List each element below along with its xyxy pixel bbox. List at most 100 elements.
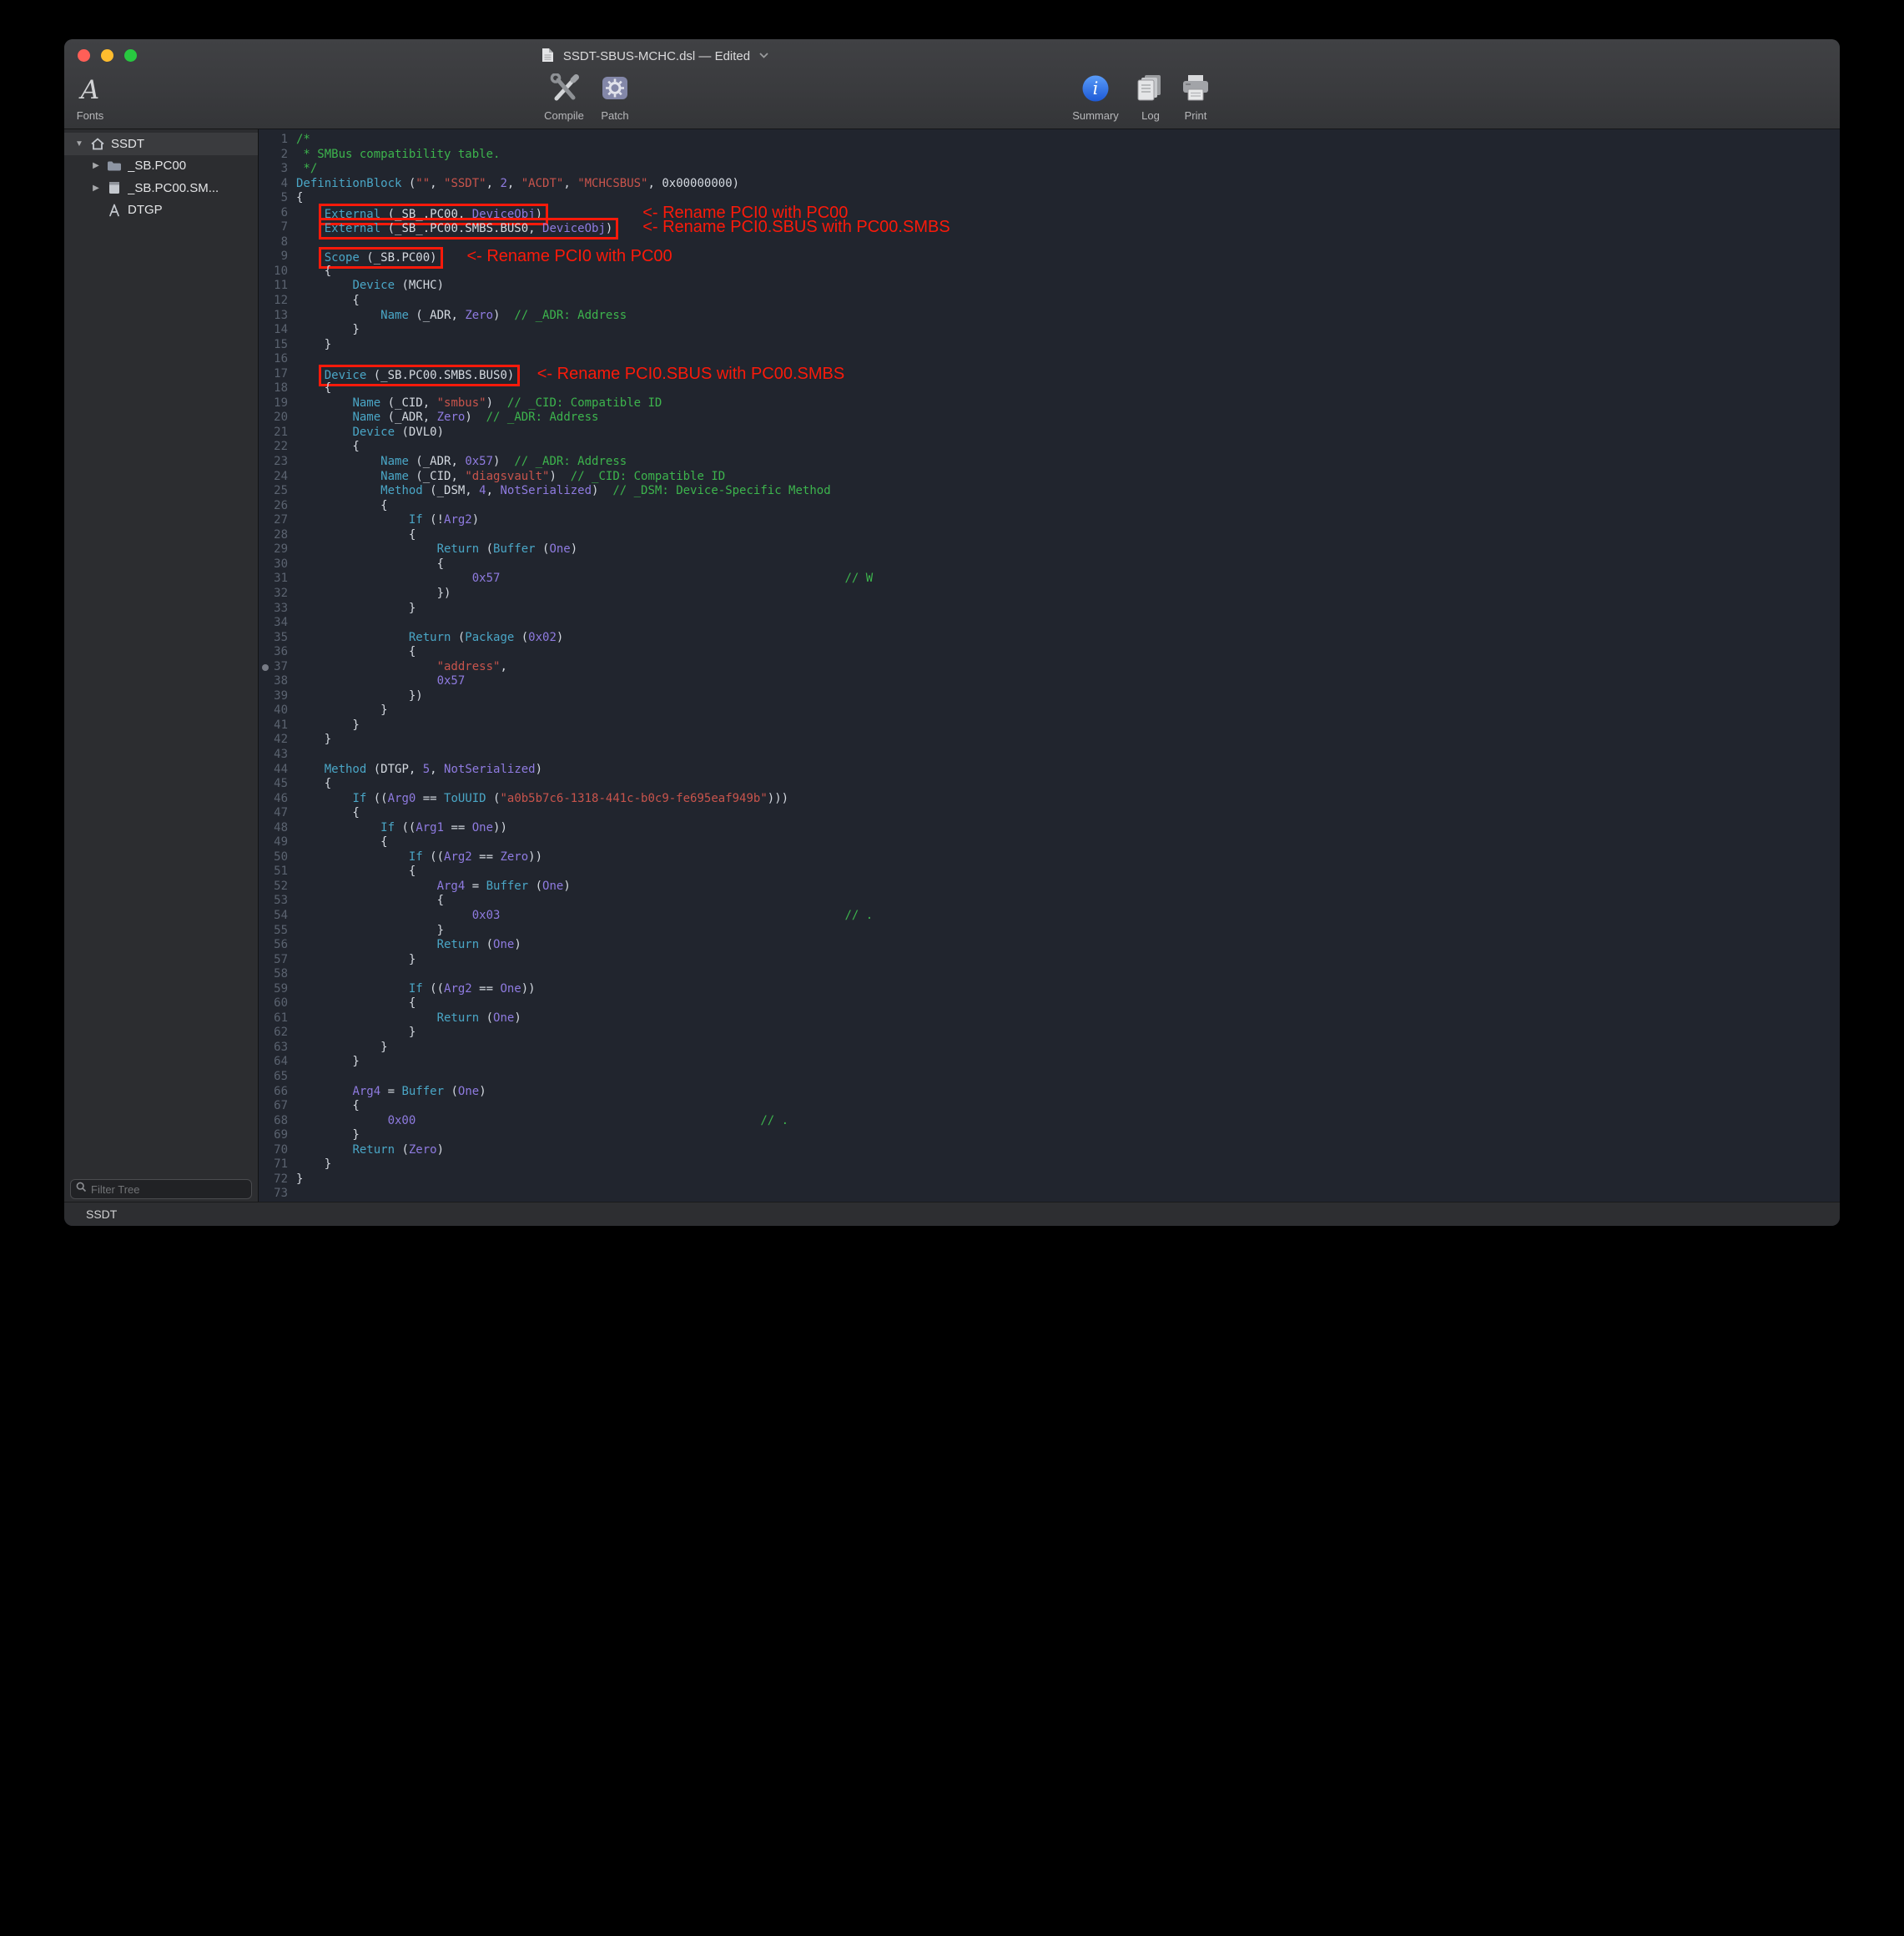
code-line[interactable]	[296, 748, 1840, 763]
code-line[interactable]: }	[296, 733, 1840, 748]
code-token	[296, 411, 352, 424]
code-line[interactable]: 0x03 // .	[296, 909, 1840, 924]
line-number: 73	[259, 1187, 288, 1202]
code-line[interactable]: })	[296, 587, 1840, 602]
code-line[interactable]	[296, 616, 1840, 631]
code-line[interactable]: }	[296, 602, 1840, 617]
code-line[interactable]: 0x57	[296, 674, 1840, 689]
code-line[interactable]: */	[296, 162, 1840, 177]
code-line[interactable]: }	[296, 703, 1840, 718]
line-number: 67	[259, 1099, 288, 1114]
code-line[interactable]	[296, 1187, 1840, 1202]
code-line[interactable]: {	[296, 894, 1840, 909]
code-line[interactable]	[296, 1070, 1840, 1085]
disclosure-closed-icon[interactable]: ▶	[88, 184, 104, 193]
code-line[interactable]: If ((Arg1 == One))	[296, 821, 1840, 836]
sidebar-item-ssdt[interactable]: ▼ SSDT	[64, 133, 258, 155]
code-line[interactable]: Name (_ADR, Zero) // _ADR: Address	[296, 411, 1840, 426]
code-token	[296, 982, 409, 996]
code-line[interactable]: Arg4 = Buffer (One)	[296, 1085, 1840, 1100]
code-line[interactable]: Return (One)	[296, 938, 1840, 953]
code-line[interactable]: 0x00 // .	[296, 1114, 1840, 1129]
code-line[interactable]: {	[296, 440, 1840, 455]
code-line[interactable]: {	[296, 381, 1840, 396]
code-line[interactable]: {	[296, 499, 1840, 514]
code-line[interactable]: }	[296, 1157, 1840, 1172]
code-token: Zero	[465, 309, 493, 322]
code-line[interactable]: {	[296, 294, 1840, 309]
code-line[interactable]: Arg4 = Buffer (One)	[296, 880, 1840, 895]
code-line[interactable]	[296, 352, 1840, 367]
code-line[interactable]: }	[296, 1041, 1840, 1056]
code-line[interactable]: {	[296, 265, 1840, 280]
code-line[interactable]: * SMBus compatibility table.	[296, 148, 1840, 163]
title-chevron-icon[interactable]	[759, 48, 768, 62]
document-proxy-icon[interactable]	[541, 48, 554, 66]
code-area[interactable]: /* * SMBus compatibility table. */Defini…	[296, 133, 1840, 1202]
code-line[interactable]: }	[296, 1055, 1840, 1070]
code-line[interactable]: Method (DTGP, 5, NotSerialized)	[296, 763, 1840, 778]
code-line[interactable]	[296, 967, 1840, 982]
code-line[interactable]: Name (_ADR, 0x57) // _ADR: Address	[296, 455, 1840, 470]
fonts-icon: A	[81, 78, 99, 103]
code-line[interactable]: Name (_CID, "smbus") // _CID: Compatible…	[296, 396, 1840, 411]
sidebar-item-sb-pc00-smbs[interactable]: ▶ _SB.PC00.SM...	[64, 177, 258, 199]
code-line[interactable]: }	[296, 323, 1840, 338]
code-line[interactable]: Name (_ADR, Zero) // _ADR: Address	[296, 309, 1840, 324]
code-token: (_SB.PC00.SMBS.BUS0)	[366, 369, 514, 382]
code-line[interactable]: Return (Package (0x02)	[296, 631, 1840, 646]
code-line[interactable]: {	[296, 996, 1840, 1011]
code-line[interactable]: }	[296, 1172, 1840, 1187]
code-line[interactable]: Return (Zero)	[296, 1143, 1840, 1158]
code-line[interactable]: {	[296, 645, 1840, 660]
code-line[interactable]: }	[296, 924, 1840, 939]
disclosure-open-icon[interactable]: ▼	[71, 139, 88, 149]
code-line[interactable]: 0x57 // W	[296, 572, 1840, 587]
code-line[interactable]: {	[296, 528, 1840, 543]
code-line[interactable]: External (_SB_.PC00.SMBS.BUS0, DeviceObj…	[296, 220, 1840, 235]
code-line[interactable]: })	[296, 689, 1840, 704]
code-line[interactable]: }	[296, 1128, 1840, 1143]
code-token: "SSDT"	[444, 177, 486, 190]
code-line[interactable]: {	[296, 835, 1840, 850]
code-line[interactable]: }	[296, 338, 1840, 353]
code-line[interactable]: {	[296, 777, 1840, 792]
code-line[interactable]: If (!Arg2)	[296, 513, 1840, 528]
code-token: Zero	[437, 411, 466, 424]
code-line[interactable]: DefinitionBlock ("", "SSDT", 2, "ACDT", …	[296, 177, 1840, 192]
sidebar-item-dtgp[interactable]: DTGP	[64, 199, 258, 222]
code-line[interactable]: Scope (_SB.PC00) <- Rename PCI0 with PC0…	[296, 250, 1840, 265]
code-line[interactable]: Name (_CID, "diagsvault") // _CID: Compa…	[296, 470, 1840, 485]
code-line[interactable]: }	[296, 953, 1840, 968]
code-line[interactable]: }	[296, 1026, 1840, 1041]
disclosure-closed-icon[interactable]: ▶	[88, 161, 104, 170]
code-token	[296, 850, 409, 864]
code-line[interactable]: Device (DVL0)	[296, 426, 1840, 441]
code-line[interactable]: Method (_DSM, 4, NotSerialized) // _DSM:…	[296, 484, 1840, 499]
line-number: 41	[259, 718, 288, 734]
code-line[interactable]: "address",	[296, 660, 1840, 675]
code-line[interactable]: {	[296, 806, 1840, 821]
toolbar-fonts-button[interactable]: A Fonts	[64, 73, 125, 122]
code-line[interactable]: If ((Arg2 == Zero))	[296, 850, 1840, 865]
line-number: 19	[259, 396, 288, 411]
code-line[interactable]: {	[296, 557, 1840, 572]
code-line[interactable]: Device (_SB.PC00.SMBS.BUS0) <- Rename PC…	[296, 367, 1840, 382]
code-line[interactable]: {	[296, 1099, 1840, 1114]
code-line[interactable]: Device (MCHC)	[296, 279, 1840, 294]
code-line[interactable]: }	[296, 718, 1840, 734]
code-token	[296, 631, 409, 644]
filter-tree-field[interactable]	[70, 1179, 252, 1199]
code-line[interactable]: If ((Arg2 == One))	[296, 982, 1840, 997]
code-line[interactable]: Return (One)	[296, 1011, 1840, 1026]
code-line[interactable]: {	[296, 865, 1840, 880]
line-number: 44	[259, 763, 288, 778]
code-token: )	[606, 222, 612, 235]
code-line[interactable]: Return (Buffer (One)	[296, 542, 1840, 557]
code-line[interactable]: If ((Arg0 == ToUUID ("a0b5b7c6-1318-441c…	[296, 792, 1840, 807]
toolbar-print-button[interactable]: Print	[1161, 73, 1231, 122]
toolbar-patch-button[interactable]: Patch	[580, 73, 650, 122]
code-line[interactable]: /*	[296, 133, 1840, 148]
filter-tree-input[interactable]	[91, 1183, 246, 1196]
sidebar-item-sb-pc00[interactable]: ▶ _SB.PC00	[64, 155, 258, 178]
